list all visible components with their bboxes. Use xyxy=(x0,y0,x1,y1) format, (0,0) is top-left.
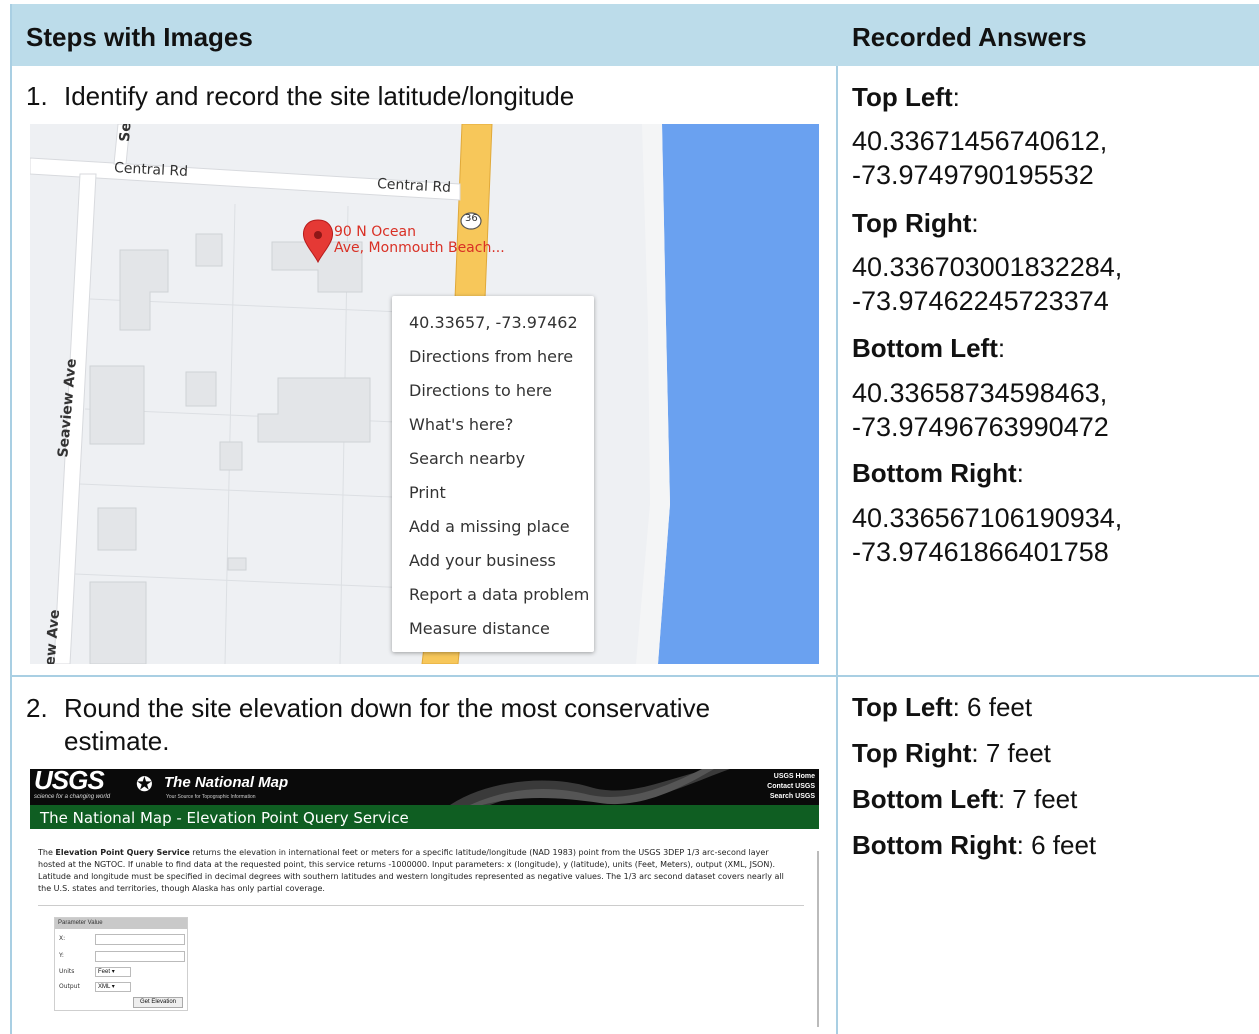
answer-corner: Bottom Left xyxy=(852,784,998,814)
seal-icon: ✪ xyxy=(136,774,153,796)
get-elevation-button[interactable]: Get Elevation xyxy=(133,997,183,1008)
elevation-answer: Bottom Left: 7 feet xyxy=(852,784,1077,815)
search-usgs-link[interactable]: Search USGS xyxy=(770,793,815,800)
route-badge-label: 36 xyxy=(465,213,478,224)
answer-lat: 40.336567106190934, xyxy=(852,503,1123,533)
step-number: 2. xyxy=(26,693,48,723)
grid-line xyxy=(10,4,12,1034)
answer-lon: -73.9749790195532 xyxy=(852,160,1094,190)
query-form: Parameter Value X: Y: Units Feet ▾ Outpu… xyxy=(54,917,188,1011)
national-map-brand: The National Map xyxy=(164,774,289,791)
answer-coordinates: 40.336703001832284, -73.97462245723374 xyxy=(852,250,1122,318)
answer-value: : 6 feet xyxy=(1016,830,1097,860)
answer-lat: 40.33658734598463, xyxy=(852,378,1108,408)
step-1: 1. Identify and record the site latitude… xyxy=(26,80,826,114)
road-label: Se xyxy=(116,124,135,143)
y-label: Y: xyxy=(59,952,64,959)
chevron-down-icon: ▾ xyxy=(111,984,115,990)
answer-value: : 7 feet xyxy=(997,784,1078,814)
answer-corner: Bottom Right xyxy=(852,458,1017,488)
menu-item-directions-from[interactable]: Directions from here xyxy=(409,347,573,366)
answer-lon: -73.97462245723374 xyxy=(852,286,1109,316)
elevation-answer: Bottom Right: 6 feet xyxy=(852,830,1096,861)
menu-item-coordinates[interactable]: 40.33657, -73.97462 xyxy=(409,313,578,332)
usgs-screenshot: USGS science for a changing world ✪ The … xyxy=(30,769,819,1027)
contact-usgs-link[interactable]: Contact USGS xyxy=(767,783,815,790)
usgs-header: USGS science for a changing world ✪ The … xyxy=(30,769,819,805)
menu-item-print[interactable]: Print xyxy=(409,483,446,502)
header-answers: Recorded Answers xyxy=(852,22,1087,52)
step-text: Round the site elevation down for the mo… xyxy=(64,693,711,723)
grid-line xyxy=(836,66,838,1034)
step-number: 1. xyxy=(26,81,48,111)
table-header: Steps with Images Recorded Answers xyxy=(10,4,1259,66)
answer-coordinates: 40.33671456740612, -73.9749790195532 xyxy=(852,124,1107,192)
menu-item-add-business[interactable]: Add your business xyxy=(409,551,556,570)
form-header: Parameter Value xyxy=(55,918,187,929)
description-bold: Elevation Point Query Service xyxy=(55,848,190,857)
scrollbar[interactable] xyxy=(817,851,819,1027)
step-2: 2. Round the site elevation down for the… xyxy=(26,692,826,760)
x-label: X: xyxy=(59,935,66,942)
usgs-logo-tagline: science for a changing world xyxy=(34,794,111,800)
answer-label: Top Left: xyxy=(852,82,960,112)
answer-lat: 40.336703001832284, xyxy=(852,252,1123,282)
menu-item-search-nearby[interactable]: Search nearby xyxy=(409,449,525,468)
service-description: The Elevation Point Query Service return… xyxy=(38,847,798,895)
menu-item-measure[interactable]: Measure distance xyxy=(409,619,550,638)
y-input[interactable] xyxy=(95,951,185,962)
units-label: Units xyxy=(59,968,75,975)
step-text: estimate. xyxy=(64,726,170,756)
steps-table: Steps with Images Recorded Answers 1. Id… xyxy=(10,4,1259,1034)
water-area xyxy=(658,124,819,664)
answer-lon: -73.97496763990472 xyxy=(852,412,1109,442)
answer-value: : 6 feet xyxy=(952,692,1033,722)
usgs-logo[interactable]: USGS xyxy=(34,769,105,796)
map-screenshot: Central Rd Central Rd Seaview Ave iew Av… xyxy=(30,124,819,664)
output-label: Output xyxy=(59,983,80,990)
answer-label: Bottom Left: xyxy=(852,333,1006,363)
units-select[interactable]: Feet ▾ xyxy=(95,967,131,977)
answer-corner: Top Right xyxy=(852,738,972,768)
form-header-text: Parameter Value xyxy=(58,920,103,926)
usgs-home-link[interactable]: USGS Home xyxy=(774,773,815,780)
service-title-bar: The National Map - Elevation Point Query… xyxy=(30,805,819,829)
menu-item-directions-to[interactable]: Directions to here xyxy=(409,381,552,400)
description-text: The xyxy=(38,848,56,857)
answer-corner: Top Left xyxy=(852,692,953,722)
context-menu: 40.33657, -73.97462 Directions from here… xyxy=(392,296,594,652)
pin-label: 90 N Ocean xyxy=(334,224,416,240)
chevron-down-icon: ▾ xyxy=(111,969,115,975)
answer-lat: 40.33671456740612, xyxy=(852,126,1108,156)
step-text: Identify and record the site latitude/lo… xyxy=(64,81,575,111)
x-input[interactable] xyxy=(95,934,185,945)
pin-label: Ave, Monmouth Beach... xyxy=(334,240,505,256)
divider xyxy=(38,905,804,906)
elevation-answer: Top Right: 7 feet xyxy=(852,738,1051,769)
units-value: Feet xyxy=(98,969,111,975)
menu-item-add-place[interactable]: Add a missing place xyxy=(409,517,570,536)
answer-lon: -73.97461866401758 xyxy=(852,537,1109,567)
answer-label: Bottom Right: xyxy=(852,458,1024,488)
output-select[interactable]: XML ▾ xyxy=(95,982,131,992)
service-title: The National Map - Elevation Point Query… xyxy=(40,809,409,827)
answer-label: Top Right: xyxy=(852,208,979,238)
answer-corner: Bottom Right xyxy=(852,830,1017,860)
output-value: XML xyxy=(98,984,111,990)
menu-item-report-problem[interactable]: Report a data problem xyxy=(409,585,589,604)
national-map-tagline: Your Source for Topographic Information xyxy=(166,794,256,800)
grid-line xyxy=(10,675,1259,677)
answer-corner: Top Left xyxy=(852,82,953,112)
elevation-answer: Top Left: 6 feet xyxy=(852,692,1032,723)
answer-value: : 7 feet xyxy=(971,738,1051,768)
menu-item-whats-here[interactable]: What's here? xyxy=(409,415,513,434)
header-steps: Steps with Images xyxy=(26,22,253,52)
answer-coordinates: 40.33658734598463, -73.97496763990472 xyxy=(852,376,1109,444)
answer-corner: Top Right xyxy=(852,208,972,238)
answer-coordinates: 40.336567106190934, -73.97461866401758 xyxy=(852,501,1122,569)
answer-corner: Bottom Left xyxy=(852,333,998,363)
